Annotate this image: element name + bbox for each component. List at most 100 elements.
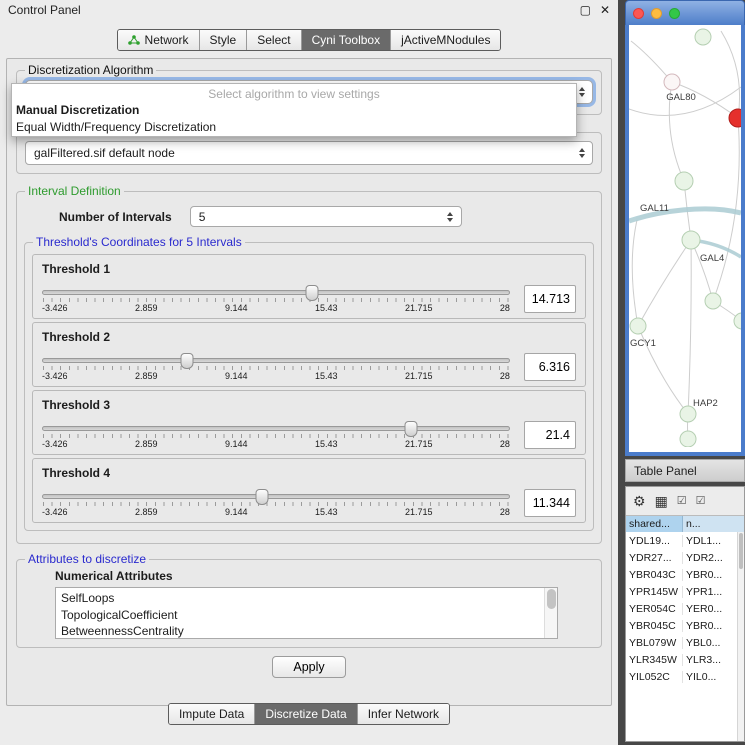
slider-ticks <box>43 298 509 302</box>
scale-label: 9.144 <box>225 303 248 313</box>
zoom-traffic-icon[interactable] <box>669 8 680 19</box>
scale-label: 15.43 <box>315 507 338 517</box>
combo-spinner-icon <box>444 212 457 222</box>
threshold-slider[interactable]: -3.4262.8599.14415.4321.71528 <box>42 285 510 313</box>
table-cell[interactable]: YBL0... <box>683 637 744 649</box>
column-chooser-icon[interactable]: ▦ <box>655 494 668 508</box>
table-row[interactable]: YIL052CYIL0... <box>626 668 744 685</box>
threshold-value-input[interactable] <box>524 489 576 517</box>
table-cell[interactable]: YIL052C <box>626 671 683 683</box>
table-cell[interactable]: YBL079W <box>626 637 683 649</box>
table-cell[interactable]: YDL1... <box>683 535 744 547</box>
node-table: shared... n... YDL19...YDL1... YDR27...Y… <box>626 515 744 741</box>
threshold-value-input[interactable] <box>524 421 576 449</box>
number-of-intervals-label: Number of Intervals <box>59 210 172 224</box>
slider-thumb[interactable] <box>256 489 269 505</box>
table-row[interactable]: YBL079WYBL0... <box>626 634 744 651</box>
list-item[interactable]: SelfLoops <box>61 590 552 607</box>
table-row[interactable]: YBR045CYBR0... <box>626 617 744 634</box>
scrollbar-thumb[interactable] <box>547 589 556 609</box>
table-cell[interactable]: YDL19... <box>626 535 683 547</box>
tab-jactivemnodules[interactable]: jActiveMNodules <box>390 30 500 50</box>
number-of-intervals-select[interactable]: 5 <box>190 206 462 227</box>
bottom-tab-bar: Impute Data Discretize Data Infer Networ… <box>0 703 618 725</box>
tab-impute-data[interactable]: Impute Data <box>169 704 254 724</box>
window-titlebar: Control Panel ▢ ✕ <box>0 0 618 20</box>
close-traffic-icon[interactable] <box>633 8 644 19</box>
slider-scale: -3.4262.8599.14415.4321.71528 <box>42 371 510 381</box>
attributes-group-label: Attributes to discretize <box>25 552 149 566</box>
slider-scale: -3.4262.8599.14415.4321.71528 <box>42 507 510 517</box>
column-header[interactable]: shared... <box>626 516 683 532</box>
table-cell[interactable]: YPR145W <box>626 586 683 598</box>
scale-label: 9.144 <box>225 507 248 517</box>
table-cell[interactable]: YER0... <box>683 603 744 615</box>
table-cell[interactable]: YPR1... <box>683 586 744 598</box>
table-cell[interactable]: YDR27... <box>626 552 683 564</box>
threshold-slider[interactable]: -3.4262.8599.14415.4321.71528 <box>42 421 510 449</box>
tab-infer-network[interactable]: Infer Network <box>357 704 449 724</box>
threshold-value-input[interactable] <box>524 285 576 313</box>
cyni-toolbox-panel: Discretization Algorithm Select algorith… <box>6 58 612 706</box>
table-row[interactable]: YBR043CYBR0... <box>626 566 744 583</box>
algorithm-dropdown-popup: Select algorithm to view settings Manual… <box>11 83 577 137</box>
slider-track[interactable] <box>42 494 510 499</box>
gear-icon[interactable]: ⚙ <box>633 494 646 508</box>
right-panel: GAL80 GAL11 GAL4 GCY1 HAP2 Table Panel ⚙… <box>618 0 745 745</box>
tab-style[interactable]: Style <box>199 30 247 50</box>
numerical-attributes-label: Numerical Attributes <box>55 569 601 583</box>
threshold-slider[interactable]: -3.4262.8599.14415.4321.71528 <box>42 489 510 517</box>
slider-thumb[interactable] <box>181 353 194 369</box>
table-cell[interactable]: YER054C <box>626 603 683 615</box>
slider-track[interactable] <box>42 358 510 363</box>
network-titlebar[interactable] <box>625 0 745 25</box>
table-cell[interactable]: YBR0... <box>683 620 744 632</box>
table-cell[interactable]: YBR043C <box>626 569 683 581</box>
table-row[interactable]: YER054CYER0... <box>626 600 744 617</box>
dropdown-option-equal-width[interactable]: Equal Width/Frequency Discretization <box>12 119 576 136</box>
table-cell[interactable]: YIL0... <box>683 671 744 683</box>
checkbox-icon[interactable]: ☑ <box>677 494 687 508</box>
threshold-slider[interactable]: -3.4262.8599.14415.4321.71528 <box>42 353 510 381</box>
network-node-label: GAL80 GAL11 GAL4 GCY1 HAP2 <box>630 92 724 409</box>
table-cell[interactable]: YDR2... <box>683 552 744 564</box>
tab-network[interactable]: Network <box>118 30 199 50</box>
table-cell[interactable]: YBR0... <box>683 569 744 581</box>
float-icon[interactable]: ▢ <box>580 4 591 16</box>
slider-scale: -3.4262.8599.14415.4321.71528 <box>42 303 510 313</box>
list-item[interactable]: BetweennessCentrality <box>61 623 552 639</box>
column-header[interactable]: n... <box>683 516 744 532</box>
threshold-value-input[interactable] <box>524 353 576 381</box>
scale-label: -3.426 <box>42 303 68 313</box>
list-scrollbar[interactable] <box>544 588 557 638</box>
tab-select[interactable]: Select <box>246 30 300 50</box>
tab-cyni-toolbox[interactable]: Cyni Toolbox <box>301 30 390 50</box>
minimize-traffic-icon[interactable] <box>651 8 662 19</box>
dropdown-placeholder: Select algorithm to view settings <box>12 84 576 102</box>
dropdown-option-manual[interactable]: Manual Discretization <box>12 102 576 119</box>
table-cell[interactable]: YLR345W <box>626 654 683 666</box>
scrollbar-thumb[interactable] <box>739 533 743 569</box>
apply-button[interactable]: Apply <box>272 656 345 678</box>
slider-thumb[interactable] <box>305 285 318 301</box>
table-row[interactable]: YPR145WYPR1... <box>626 583 744 600</box>
threshold-panel: Threshold 2 -3.4262.8599.14415.4321.7152… <box>32 322 586 387</box>
table-data-select[interactable]: galFiltered.sif default node <box>25 141 593 165</box>
slider-track[interactable] <box>42 426 510 431</box>
slider-track[interactable] <box>42 290 510 295</box>
window-title: Control Panel <box>8 3 81 17</box>
checkbox-icon[interactable]: ☑ <box>696 494 706 508</box>
table-cell[interactable]: YBR045C <box>626 620 683 632</box>
close-icon[interactable]: ✕ <box>600 4 610 16</box>
table-row[interactable]: YLR345WYLR3... <box>626 651 744 668</box>
table-cell[interactable]: YLR3... <box>683 654 744 666</box>
slider-thumb[interactable] <box>405 421 418 437</box>
scale-label: 28 <box>500 439 510 449</box>
table-row[interactable]: YDR27...YDR2... <box>626 549 744 566</box>
table-row[interactable]: YDL19...YDL1... <box>626 532 744 549</box>
list-item[interactable]: TopologicalCoefficient <box>61 607 552 624</box>
scale-label: 21.715 <box>405 507 433 517</box>
network-canvas[interactable]: GAL80 GAL11 GAL4 GCY1 HAP2 <box>625 25 745 456</box>
tab-discretize-data[interactable]: Discretize Data <box>254 704 356 724</box>
table-scrollbar[interactable] <box>737 532 744 741</box>
